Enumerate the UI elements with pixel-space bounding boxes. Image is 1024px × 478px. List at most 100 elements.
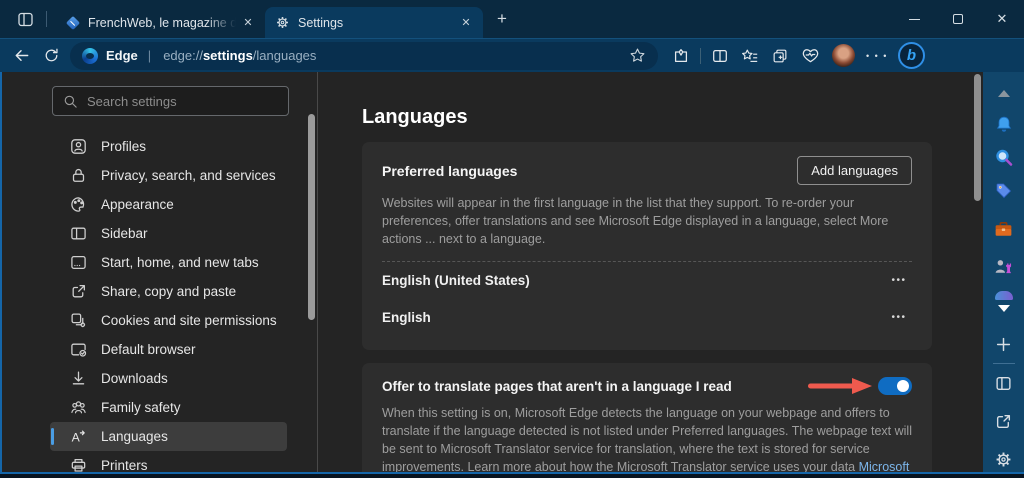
settings-more-menu-button[interactable]: • • •: [866, 51, 888, 61]
chevron-down-icon: [998, 305, 1010, 312]
tab-close-icon[interactable]: ✕: [239, 14, 257, 32]
family-safety-icon: [70, 399, 87, 416]
refresh-button[interactable]: [36, 42, 66, 70]
sidebar-item-profiles[interactable]: Profiles: [50, 132, 287, 161]
sidebar-item-sidebar[interactable]: Sidebar: [50, 219, 287, 248]
profiles-icon: [70, 138, 87, 155]
start-home-icon: [70, 254, 87, 271]
split-screen-icon: [711, 47, 729, 65]
languages-translate-icon: A: [70, 428, 87, 445]
cookies-icon: [70, 312, 87, 329]
open-in-new-icon: [995, 413, 1012, 430]
translate-toggle[interactable]: [878, 377, 912, 395]
downloads-icon: [70, 370, 87, 387]
tag-icon: [994, 181, 1014, 201]
search-placeholder: Search settings: [87, 94, 177, 109]
back-button[interactable]: [6, 42, 36, 70]
preferred-languages-title: Preferred languages: [382, 163, 517, 179]
browser-essentials-button[interactable]: [795, 42, 825, 70]
add-languages-button[interactable]: Add languages: [797, 156, 912, 185]
tab-title: Settings: [298, 16, 457, 30]
tools-button[interactable]: [991, 216, 1017, 242]
tab-frenchweb[interactable]: FrenchWeb, le magazine de l'éco ✕: [55, 7, 265, 38]
sidebar-item-appearance[interactable]: Appearance: [50, 190, 287, 219]
profile-avatar[interactable]: [832, 44, 855, 67]
add-favorite-button[interactable]: [622, 42, 652, 70]
minimize-button[interactable]: [892, 0, 936, 38]
language-row-english: English •••: [382, 299, 912, 336]
language-row-english-us: English (United States) •••: [382, 262, 912, 299]
sidebar-scrollbar[interactable]: [308, 114, 315, 320]
frenchweb-favicon-icon: [65, 15, 80, 30]
settings-search-box[interactable]: Search settings: [52, 86, 289, 116]
sidebar-item-downloads[interactable]: Downloads: [50, 364, 287, 393]
tab-title: FrenchWeb, le magazine de l'éco: [88, 16, 239, 30]
address-separator: |: [148, 48, 151, 63]
refresh-icon: [43, 47, 60, 64]
sidebar-item-family-safety[interactable]: Family safety: [50, 393, 287, 422]
sidebar-item-share-copy-paste[interactable]: Share, copy and paste: [50, 277, 287, 306]
sidebar-settings-button[interactable]: [991, 446, 1017, 472]
sidebar-pane-button[interactable]: [991, 370, 1017, 396]
split-screen-button[interactable]: [705, 42, 735, 70]
sidebar-item-printers[interactable]: Printers: [50, 451, 287, 472]
open-in-new-button[interactable]: [991, 408, 1017, 434]
default-browser-icon: [70, 341, 87, 358]
games-button[interactable]: [991, 253, 1017, 279]
hidden-sidebar-icon[interactable]: [991, 289, 1017, 301]
add-to-sidebar-button[interactable]: [991, 331, 1017, 357]
settings-sidebar: Search settings Profiles Privacy, search…: [2, 72, 318, 472]
page-title: Languages: [362, 106, 983, 129]
sidebar-item-label: Sidebar: [101, 226, 148, 241]
extensions-button[interactable]: [666, 42, 696, 70]
translate-description: When this setting is on, Microsoft Edge …: [382, 404, 912, 472]
url-text[interactable]: edge://settings/languages: [163, 48, 622, 63]
sidebar-item-label: Profiles: [101, 139, 146, 154]
tab-close-icon[interactable]: ✕: [457, 14, 475, 32]
sidebar-item-privacy[interactable]: Privacy, search, and services: [50, 161, 287, 190]
gear-icon: [994, 450, 1013, 469]
tab-settings[interactable]: Settings ✕: [265, 7, 483, 38]
new-tab-button[interactable]: +: [489, 6, 515, 32]
search-sidebar-button[interactable]: [991, 145, 1017, 171]
sidebar-item-cookies-permissions[interactable]: Cookies and site permissions: [50, 306, 287, 335]
sidebar-item-label: Default browser: [101, 342, 196, 357]
tab-actions-menu-button[interactable]: [12, 6, 38, 32]
sidebar-item-default-browser[interactable]: Default browser: [50, 335, 287, 364]
extensions-icon: [672, 47, 690, 65]
maximize-button[interactable]: [936, 0, 980, 38]
svg-text:A: A: [72, 430, 81, 444]
games-icon: [993, 256, 1014, 277]
sidebar-item-label: Share, copy and paste: [101, 284, 236, 299]
address-bar[interactable]: Edge | edge://settings/languages: [70, 42, 658, 70]
sidebar-expand-button[interactable]: [991, 301, 1017, 315]
window-frame-bottom: [0, 472, 1024, 478]
sidebar-item-label: Printers: [101, 458, 148, 472]
back-icon: [12, 46, 31, 65]
sidebar-item-start-home-new-tabs[interactable]: Start, home, and new tabs: [50, 248, 287, 277]
close-icon: ✕: [997, 11, 1008, 27]
more-actions-button[interactable]: •••: [886, 271, 912, 291]
sidebar-item-languages[interactable]: A Languages: [50, 422, 287, 451]
page-scrollbar[interactable]: [974, 74, 981, 201]
collections-button[interactable]: [765, 42, 795, 70]
sidebar-item-label: Languages: [101, 429, 168, 444]
titlebar-separator: [46, 11, 47, 27]
sidebar-pane-icon: [70, 225, 87, 242]
maximize-icon: [953, 14, 963, 24]
browser-essentials-icon: [801, 46, 820, 65]
copilot-icon[interactable]: b: [898, 42, 925, 69]
settings-gear-favicon-icon: [275, 15, 290, 30]
favorites-button[interactable]: [735, 42, 765, 70]
sidebar-collapse-button[interactable]: [991, 80, 1017, 106]
printers-icon: [70, 457, 87, 472]
sidebar-item-label: Start, home, and new tabs: [101, 255, 259, 270]
sidebar-item-label: Downloads: [101, 371, 168, 386]
notifications-button[interactable]: [991, 112, 1017, 138]
collections-icon: [771, 47, 789, 65]
close-button[interactable]: ✕: [980, 0, 1024, 38]
more-actions-button[interactable]: •••: [886, 308, 912, 328]
shopping-button[interactable]: [991, 178, 1017, 204]
favorite-star-icon: [629, 47, 646, 64]
plus-icon: [995, 336, 1012, 353]
